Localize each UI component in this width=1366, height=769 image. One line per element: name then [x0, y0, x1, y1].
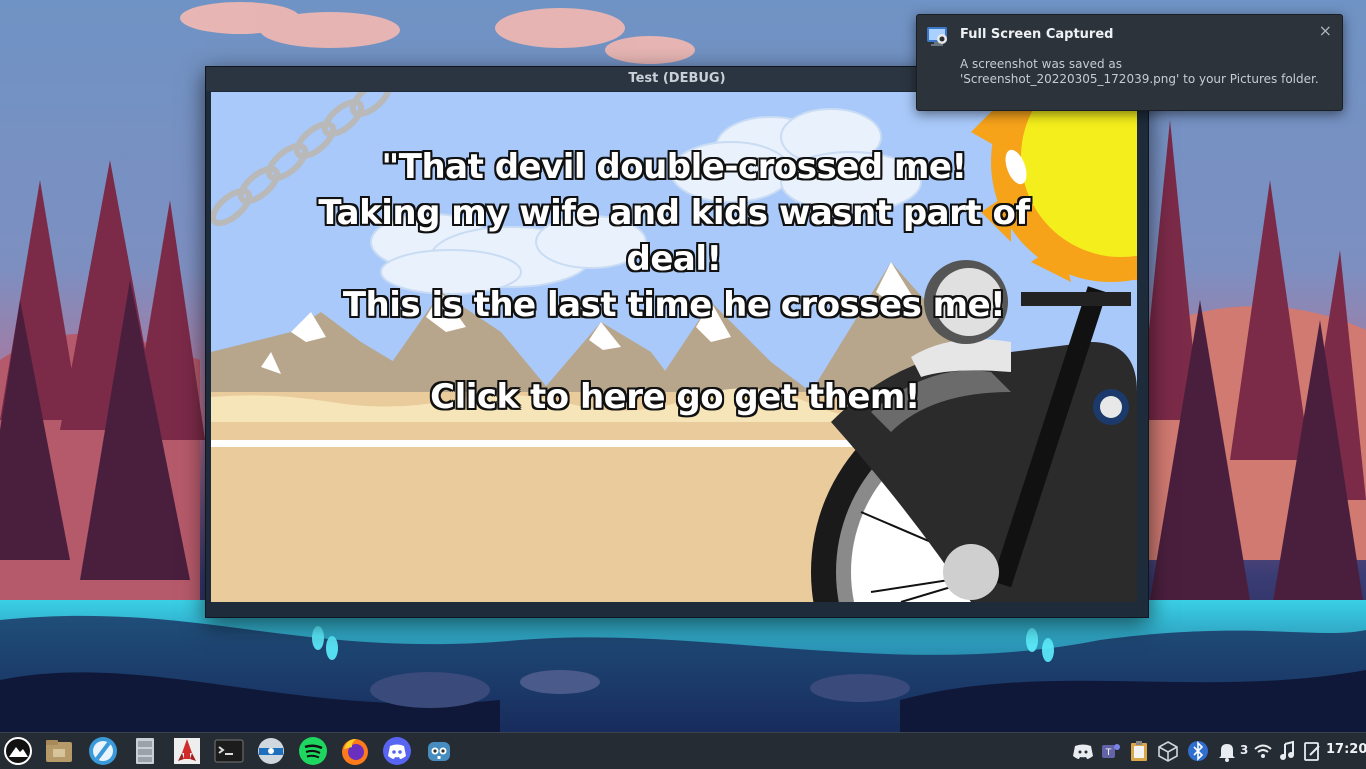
continue-prompt[interactable]: Click to here go get them!	[211, 374, 1137, 420]
dialog-line-4: This is the last time he crosses me!	[342, 285, 1006, 325]
rocket-app-icon[interactable]	[171, 735, 203, 767]
dialog-line-2: Taking my wife and kids wasnt part of	[318, 193, 1030, 233]
close-icon[interactable]: ×	[1319, 23, 1332, 39]
file-manager-icon[interactable]	[43, 735, 75, 767]
music-note-icon[interactable]	[1278, 739, 1296, 763]
wifi-icon[interactable]	[1253, 739, 1273, 763]
notification-count: 3	[1240, 743, 1249, 757]
notification-body-line-2: 'Screenshot_20220305_172039.png' to your…	[960, 72, 1319, 86]
notification-body-line-1: A screenshot was saved as	[960, 57, 1122, 71]
game-viewport[interactable]: "That devil double-crossed me! Taking my…	[211, 92, 1137, 602]
package-tray-icon[interactable]	[1157, 739, 1179, 763]
app-launcher-icon[interactable]	[2, 735, 34, 767]
window-title: Test (DEBUG)	[628, 71, 726, 86]
disk-utility-icon[interactable]	[255, 735, 287, 767]
godot-icon[interactable]	[423, 735, 455, 767]
taskbar: T 3 17:20	[0, 732, 1366, 769]
bluetooth-icon[interactable]	[1187, 739, 1209, 763]
clock[interactable]: 17:20	[1326, 742, 1366, 758]
discord-tray-icon[interactable]	[1072, 739, 1094, 763]
terminal-icon[interactable]	[213, 735, 245, 767]
clipboard-edit-icon[interactable]	[1302, 739, 1322, 763]
dialog-line-3: deal!	[626, 239, 722, 279]
file-cabinet-icon[interactable]	[129, 735, 161, 767]
notifications-bell-icon[interactable]	[1216, 739, 1238, 763]
notification-body: A screenshot was saved as 'Screenshot_20…	[960, 57, 1335, 87]
story-dialog: "That devil double-crossed me! Taking my…	[211, 144, 1137, 328]
notification-title: Full Screen Captured	[960, 27, 1114, 42]
dialog-line-1: "That devil double-crossed me!	[381, 147, 967, 187]
screenshot-notification[interactable]: Full Screen Captured × A screenshot was …	[916, 14, 1343, 111]
browser-globe-icon[interactable]	[87, 735, 119, 767]
discord-icon[interactable]	[381, 735, 413, 767]
game-window[interactable]: Test (DEBUG) "That devil double-crossed …	[205, 66, 1149, 618]
clipboard-tray-icon[interactable]	[1128, 739, 1150, 763]
svg-text:T: T	[1105, 748, 1112, 758]
firefox-icon[interactable]	[339, 735, 371, 767]
spotify-icon[interactable]	[297, 735, 329, 767]
teams-tray-icon[interactable]: T	[1100, 739, 1122, 763]
screenshot-app-icon	[927, 27, 947, 46]
